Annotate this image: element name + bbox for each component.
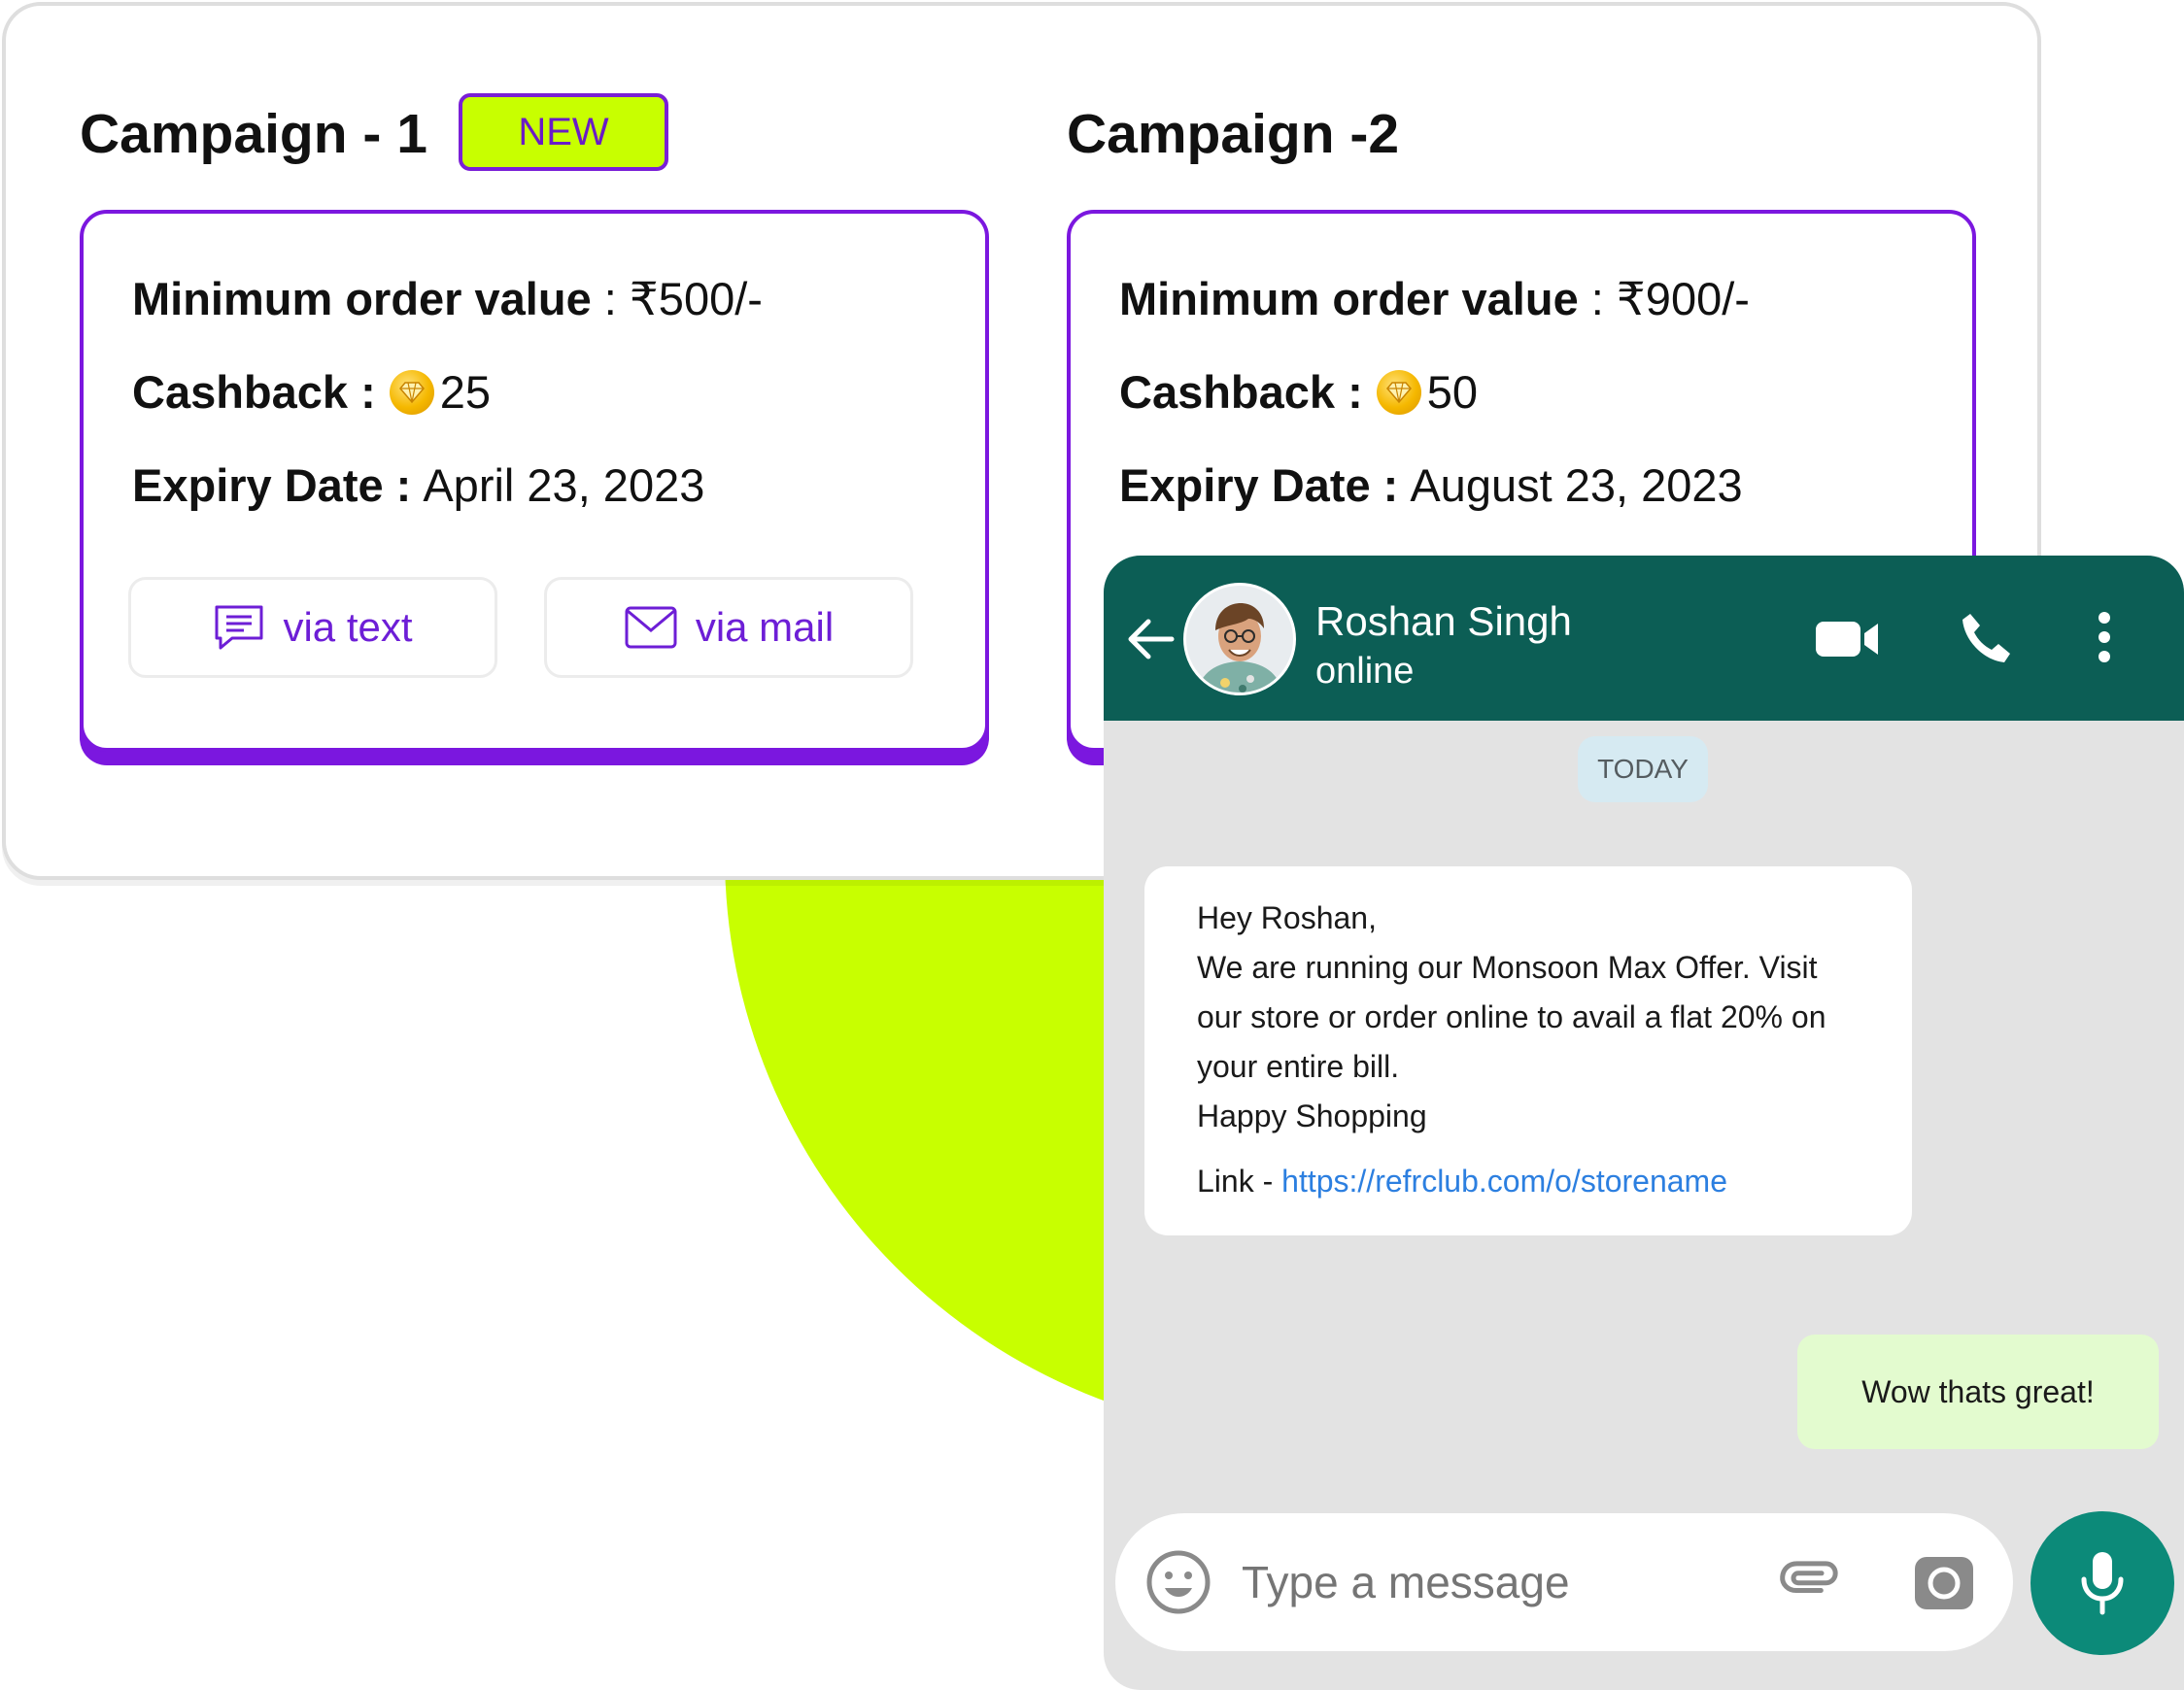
message-input[interactable] (1242, 1556, 1727, 1608)
cashback-row: Cashback : 50 (1119, 369, 1478, 415)
new-badge: NEW (459, 93, 668, 171)
coin-icon (389, 369, 434, 415)
message-line: your entire bill. (1197, 1049, 1400, 1084)
campaign-2-title: Campaign -2 (1067, 103, 1400, 165)
message-line: We are running our Monsoon Max Offer. Vi… (1197, 950, 1818, 985)
min-order-label: Minimum order value (132, 273, 592, 324)
chat-window: Roshan Singh online TODAY Hey Roshan, We… (1104, 556, 2184, 1690)
via-mail-label: via mail (695, 604, 835, 650)
expiry-label: Expiry Date : (132, 459, 412, 511)
contact-name: Roshan Singh (1315, 598, 1572, 644)
more-vertical-icon[interactable] (2085, 606, 2124, 668)
min-order-value: ₹900/- (1616, 273, 1750, 324)
coin-icon (1376, 369, 1421, 415)
link-label: Link - (1197, 1164, 1282, 1199)
cashback-label: Cashback : (1119, 366, 1363, 418)
via-text-button[interactable]: via text (128, 577, 497, 678)
message-input-bar (1115, 1513, 2013, 1651)
campaign-1-title: Campaign - 1 (80, 103, 427, 165)
attach-icon[interactable] (1776, 1548, 1844, 1616)
chat-text-icon (213, 601, 265, 654)
contact-status: online (1315, 651, 1415, 692)
phone-icon[interactable] (1955, 608, 2017, 670)
expiry-row: Expiry Date : April 23, 2023 (132, 462, 704, 508)
back-arrow-icon[interactable] (1121, 612, 1179, 666)
cashback-value: 50 (1426, 366, 1479, 418)
expiry-value: August 23, 2023 (1410, 459, 1743, 511)
link-row: Link - https://refrclub.com/o/storename (1197, 1157, 1863, 1206)
camera-icon[interactable] (1910, 1550, 1978, 1614)
expiry-label: Expiry Date : (1119, 459, 1399, 511)
min-order-row: Minimum order value : ₹900/- (1119, 276, 1750, 321)
min-order-separator: : (1578, 273, 1617, 324)
expiry-value: April 23, 2023 (423, 459, 705, 511)
cashback-label: Cashback : (132, 366, 376, 418)
avatar[interactable] (1183, 583, 1296, 695)
mic-button[interactable] (2030, 1511, 2174, 1655)
mail-icon (624, 605, 678, 650)
campaign-1-card: Minimum order value : ₹500/- Cashback : … (80, 210, 989, 752)
message-line: Happy Shopping (1197, 1098, 1427, 1133)
message-line: our store or order online to avail a fla… (1197, 999, 1826, 1034)
cashback-row: Cashback : 25 (132, 369, 491, 415)
video-call-icon[interactable] (1813, 614, 1881, 664)
expiry-row: Expiry Date : August 23, 2023 (1119, 462, 1743, 508)
min-order-separator: : (591, 273, 630, 324)
outgoing-message: Wow thats great! (1797, 1335, 2159, 1449)
min-order-value: ₹500/- (629, 273, 763, 324)
incoming-message: Hey Roshan, We are running our Monsoon M… (1144, 866, 1912, 1235)
min-order-row: Minimum order value : ₹500/- (132, 276, 763, 321)
via-mail-button[interactable]: via mail (544, 577, 913, 678)
chat-header: Roshan Singh online (1104, 556, 2184, 721)
min-order-label: Minimum order value (1119, 273, 1579, 324)
emoji-icon[interactable] (1144, 1548, 1212, 1616)
via-text-label: via text (283, 604, 413, 650)
store-link[interactable]: https://refrclub.com/o/storename (1281, 1164, 1727, 1199)
mic-icon (2078, 1550, 2127, 1616)
message-line: Hey Roshan, (1197, 900, 1377, 935)
date-divider: TODAY (1578, 736, 1708, 802)
cashback-value: 25 (439, 366, 492, 418)
